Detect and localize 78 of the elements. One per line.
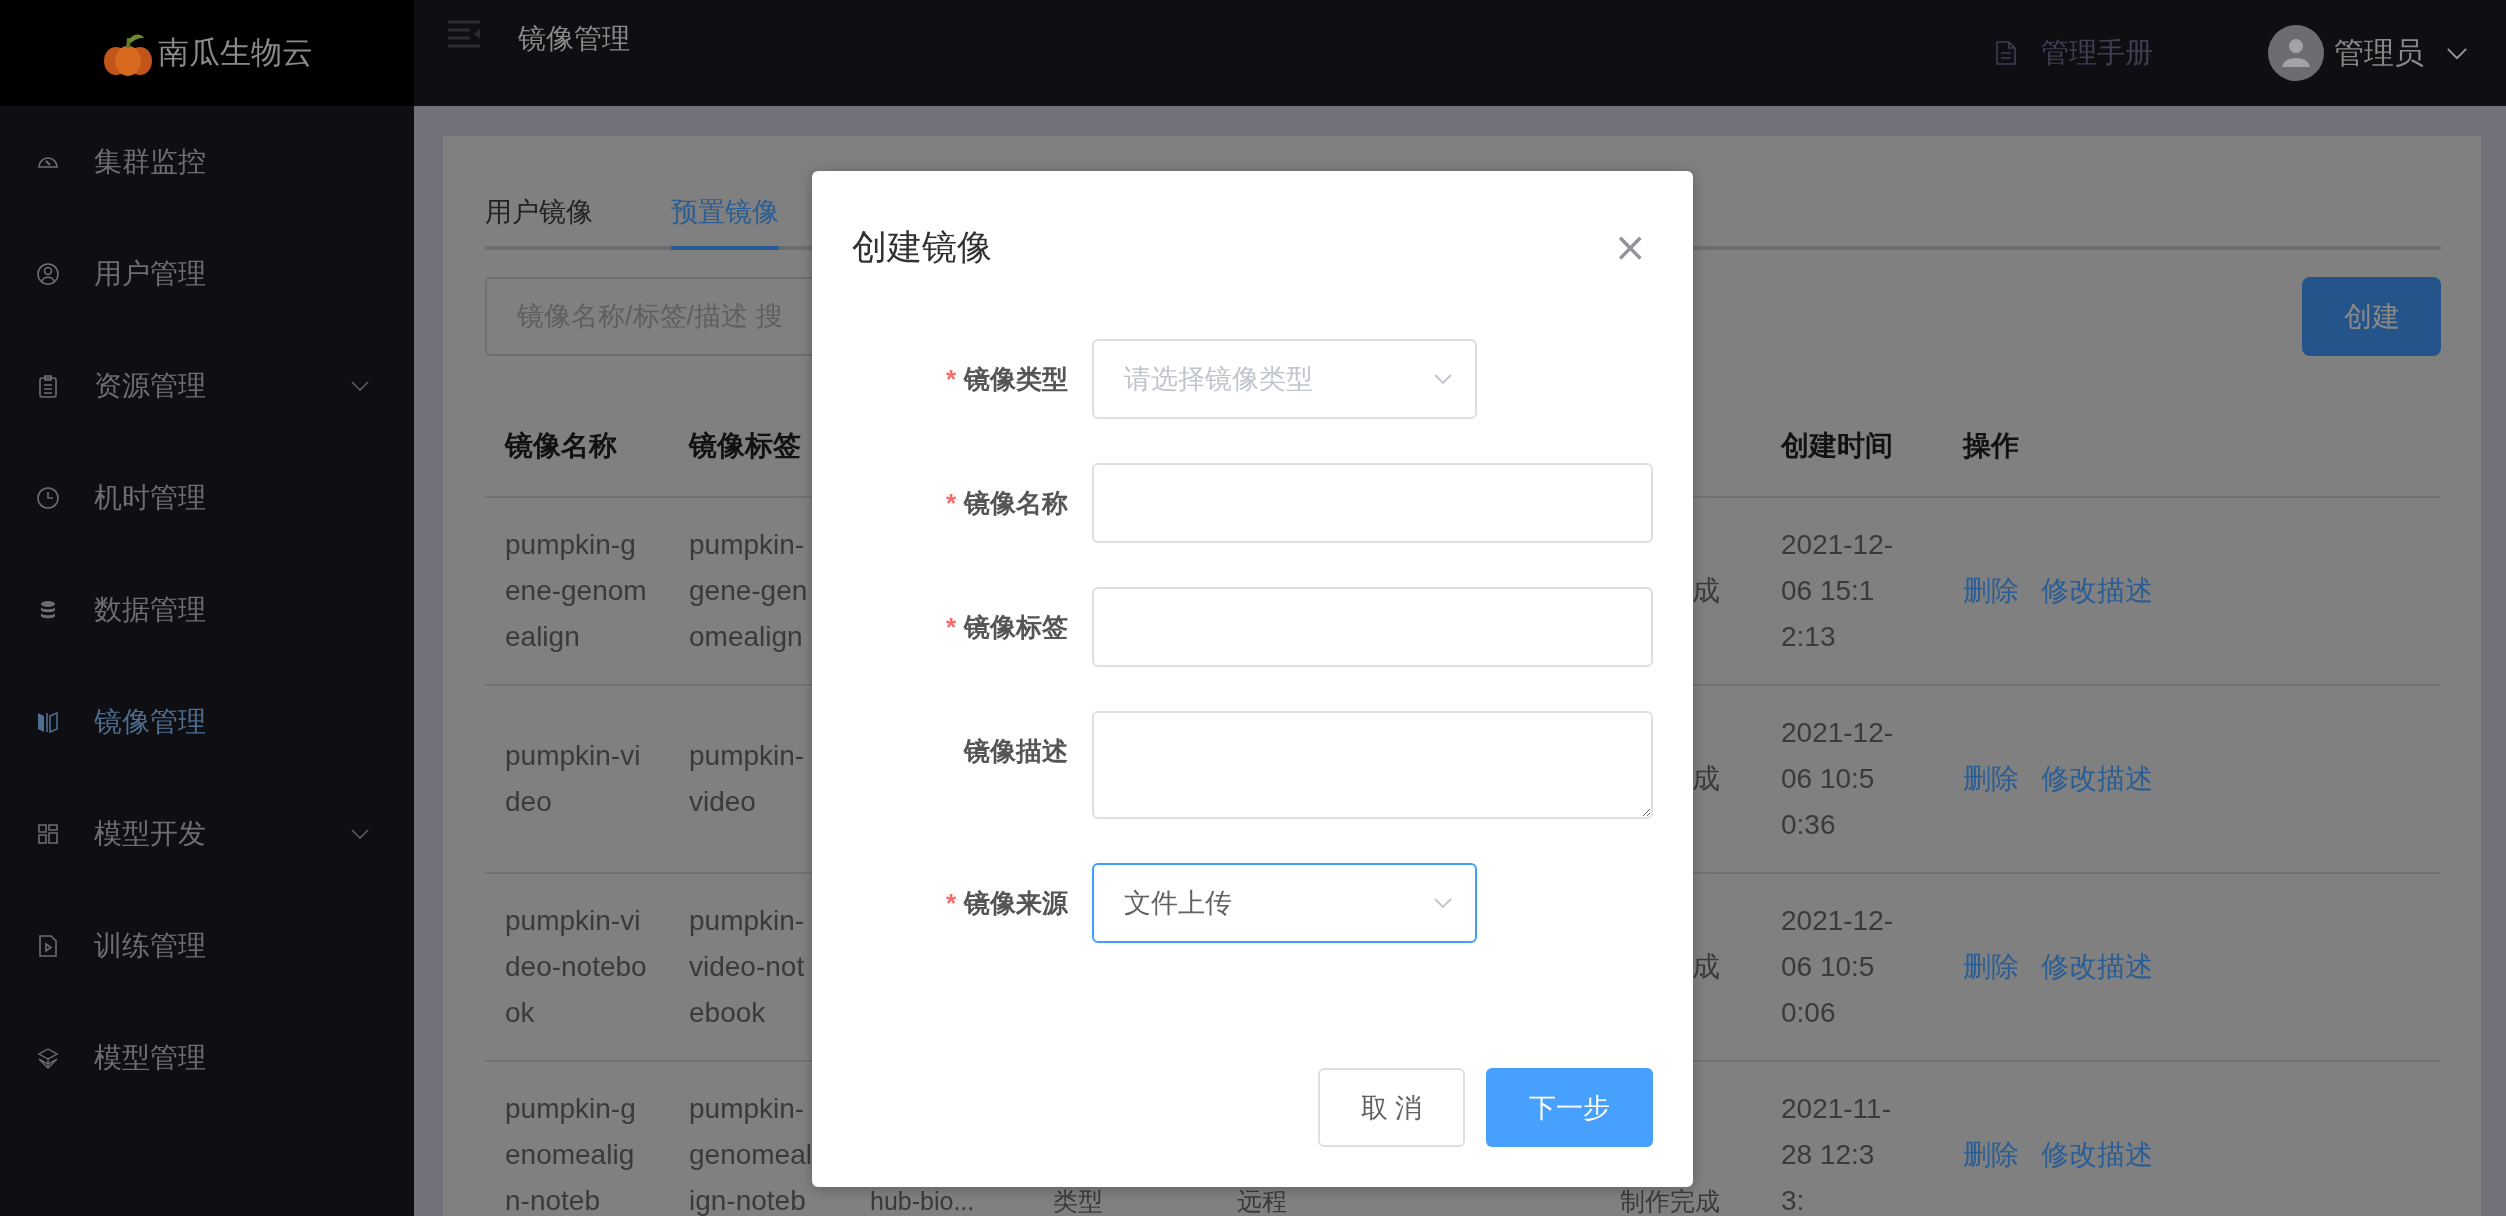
next-button[interactable]: 下一步 xyxy=(1486,1068,1653,1147)
table-cell: 成 xyxy=(1692,951,1720,982)
table-cell: 制作完成 xyxy=(1620,1187,1720,1215)
tab[interactable]: 预置镜像 xyxy=(671,194,779,250)
action-link[interactable]: 删除 xyxy=(1963,756,2019,802)
sidebar-item[interactable]: 模型管理 xyxy=(0,1002,414,1114)
select-field[interactable]: 请选择镜像类型 xyxy=(1092,339,1477,419)
field-label: 镜像标签 xyxy=(964,612,1068,642)
sidebar-item[interactable]: 训练管理 xyxy=(0,890,414,1002)
table-cell: pumpkin-video-notebook xyxy=(505,905,647,1028)
sidebar-item[interactable]: 机时管理 xyxy=(0,442,414,554)
manual-link[interactable]: 管理手册 xyxy=(1995,34,2153,72)
sidebar-item[interactable]: 数据管理 xyxy=(0,554,414,666)
table-cell: 成 xyxy=(1692,763,1720,794)
action-link[interactable]: 删除 xyxy=(1963,944,2019,990)
column-header: 操作 xyxy=(1961,429,2020,463)
column-header: 镜像标签 xyxy=(687,429,802,463)
cancel-button[interactable]: 取 消 xyxy=(1318,1068,1465,1147)
required-mark: * xyxy=(945,888,956,918)
sidebar-item[interactable]: 模型开发 xyxy=(0,778,414,890)
chevron-down-icon xyxy=(2446,46,2468,60)
required-mark: * xyxy=(945,612,956,642)
field-label: 镜像描述 xyxy=(964,736,1068,766)
required-mark: * xyxy=(945,364,956,394)
required-mark: * xyxy=(945,488,956,518)
column-header: 创建时间 xyxy=(1779,429,1894,463)
field-label: 镜像类型 xyxy=(964,364,1068,394)
table-cell: pumpkin-video xyxy=(505,740,641,817)
clipboard-icon xyxy=(36,374,60,398)
clock-icon xyxy=(36,486,60,510)
action-link[interactable]: 修改描述 xyxy=(2041,568,2153,614)
input-field[interactable] xyxy=(1092,587,1653,667)
tab[interactable]: 用户镜像 xyxy=(485,194,593,250)
table-cell: 成 xyxy=(1692,575,1720,606)
table-cell: hub-bio... xyxy=(870,1187,975,1215)
user-icon xyxy=(36,262,60,286)
action-link[interactable]: 修改描述 xyxy=(2041,1132,2153,1178)
chevron-down-icon xyxy=(1433,373,1453,385)
close-button[interactable]: × xyxy=(1607,227,1653,267)
field-label: 镜像来源 xyxy=(964,888,1068,918)
field-label: 镜像名称 xyxy=(964,488,1068,518)
table-cell: pumpkin-genomealign-noteb xyxy=(505,1093,636,1216)
table-cell: pumpkin-video xyxy=(689,740,805,817)
sidebar-item[interactable]: 用户管理 xyxy=(0,218,414,330)
sidebar-item[interactable]: 集群监控 xyxy=(0,106,414,218)
chevron-down-icon xyxy=(1433,897,1453,909)
table-cell: 2021-12-06 10:50:36 xyxy=(1781,717,1894,840)
menu-icon[interactable] xyxy=(448,20,480,48)
table-cell: pumpkin-gene-genomealign xyxy=(689,529,808,652)
table-cell: pumpkin-genomealign-noteb xyxy=(689,1093,812,1216)
action-link[interactable]: 删除 xyxy=(1963,568,2019,614)
action-link[interactable]: 修改描述 xyxy=(2041,944,2153,990)
avatar-icon xyxy=(2268,25,2324,81)
table-cell: 2021-12-06 10:50:06 xyxy=(1781,905,1894,1028)
page-title: 镜像管理 xyxy=(518,22,630,56)
table-cell: 2021-11-28 12:33: xyxy=(1781,1093,1891,1216)
video-file-icon xyxy=(36,934,60,958)
layers-icon xyxy=(36,1046,60,1070)
action-link[interactable]: 修改描述 xyxy=(2041,756,2153,802)
column-header: 镜像名称 xyxy=(503,429,618,463)
sidebar-item[interactable]: 资源管理 xyxy=(0,330,414,442)
document-icon xyxy=(1995,40,2017,66)
textarea-field[interactable] xyxy=(1092,711,1653,819)
table-cell: pumpkin-video-notebook xyxy=(689,905,805,1028)
sidebar-item[interactable]: 镜像管理 xyxy=(0,666,414,778)
book-icon xyxy=(36,710,60,734)
action-link[interactable]: 删除 xyxy=(1963,1132,2019,1178)
select-field[interactable]: 文件上传 xyxy=(1092,863,1477,943)
table-cell: 远程 xyxy=(1237,1187,1287,1215)
logo-text: 南瓜生物云 xyxy=(157,34,313,72)
table-cell: 类型 xyxy=(1053,1187,1103,1215)
create-button[interactable]: 创建 xyxy=(2302,277,2441,356)
dialog-title: 创建镜像 xyxy=(852,225,992,268)
table-cell: 2021-12-06 15:12:13 xyxy=(1781,529,1894,652)
table-cell: pumpkin-gene-genomealign xyxy=(505,529,647,652)
input-field[interactable] xyxy=(1092,463,1653,543)
user-menu[interactable]: 管理员 xyxy=(2268,25,2468,81)
grid-icon xyxy=(36,822,60,846)
